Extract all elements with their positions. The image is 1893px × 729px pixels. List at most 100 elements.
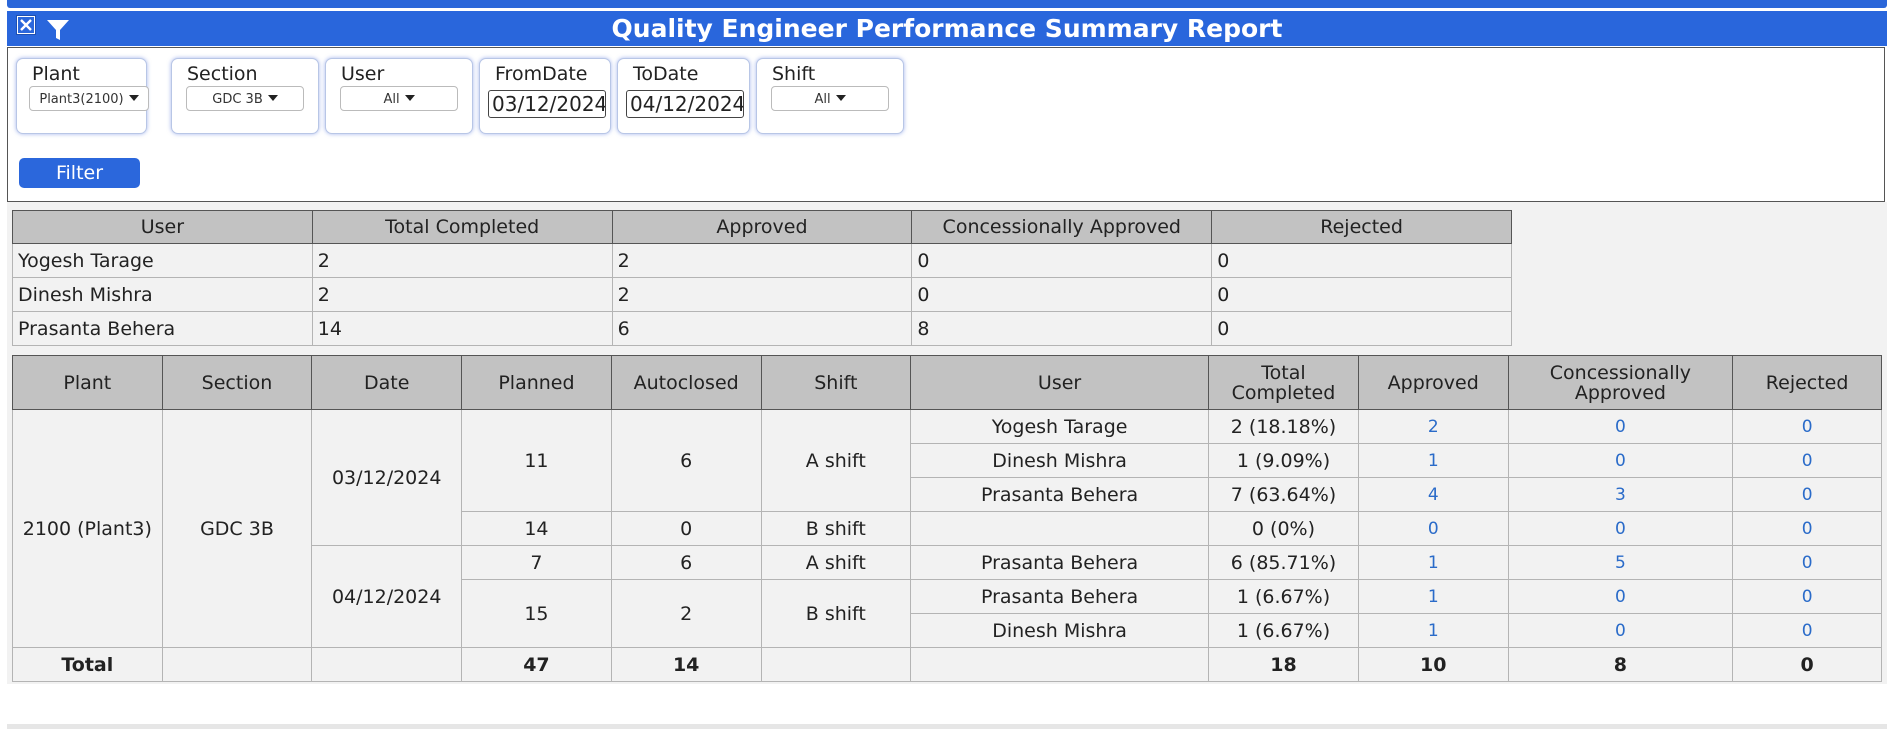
approved-link[interactable]: 2 (1357, 409, 1509, 444)
user-cell: Dinesh Mishra (12, 277, 313, 312)
column-header-total-completed: Total Completed (1208, 355, 1359, 410)
planned-cell: 11 (461, 409, 612, 512)
autoclosed-cell: 6 (610, 545, 762, 580)
concession-link[interactable]: 0 (1507, 409, 1734, 444)
approved-link[interactable]: 0 (1357, 511, 1509, 546)
autoclosed-cell: 2 (610, 579, 762, 648)
approved-link[interactable]: 1 (1357, 443, 1509, 478)
chevron-down-icon (404, 95, 415, 101)
user-filter: User All (325, 58, 473, 134)
column-header-concessionally-approved: Concessionally Approved (1507, 355, 1734, 410)
shift-select[interactable]: All (771, 86, 889, 111)
concession-cell: 8 (911, 311, 1213, 346)
approved-link[interactable]: 1 (1357, 579, 1509, 614)
section-filter: Section GDC 3B (171, 58, 319, 134)
section-label: Section (187, 63, 258, 85)
report-header: Quality Engineer Performance Summary Rep… (7, 11, 1887, 46)
from-date-input[interactable]: 03/12/2024 (488, 90, 606, 118)
rejected-cell: 0 (1211, 277, 1512, 312)
shift-cell: A shift (760, 545, 912, 580)
rejected-cell: 0 (1211, 243, 1512, 278)
rejected-link[interactable]: 0 (1732, 613, 1882, 648)
concession-cell: 0 (911, 277, 1213, 312)
total-completed-cell: 1 (9.09%) (1208, 443, 1359, 478)
table-row: 2100 (Plant3) GDC 3B 03/12/2024 11 6 A s… (12, 409, 1882, 648)
approved-link[interactable]: 1 (1357, 613, 1509, 648)
rejected-link[interactable]: 0 (1732, 579, 1882, 614)
excel-export-icon[interactable] (16, 15, 36, 35)
planned-cell: 7 (461, 545, 612, 580)
user-cell: Dinesh Mishra (910, 443, 1210, 478)
rejected-link[interactable]: 0 (1732, 511, 1882, 546)
total-completed-cell: 2 (311, 277, 613, 312)
approved-link[interactable]: 1 (1357, 545, 1509, 580)
filter-icon[interactable] (45, 17, 71, 43)
approved-cell: 2 (611, 243, 913, 278)
chevron-down-icon (835, 95, 846, 101)
rejected-link[interactable]: 0 (1732, 477, 1882, 512)
total-concession: 8 (1507, 647, 1734, 682)
summary-header-row: User Total Completed Approved Concession… (12, 210, 1512, 244)
concession-cell: 0 (911, 243, 1213, 278)
plant-cell: 2100 (Plant3) (12, 409, 163, 648)
total-row: Total 47 14 18 10 8 0 (12, 647, 1882, 682)
date-cell: 04/12/2024 (311, 545, 463, 648)
total-completed-cell: 6 (85.71%) (1208, 545, 1359, 580)
detail-report-table: Plant Section Date Planned Autoclosed Sh… (12, 355, 1882, 682)
rejected-link[interactable]: 0 (1732, 443, 1882, 478)
rejected-link[interactable]: 0 (1732, 409, 1882, 444)
user-cell: Prasanta Behera (910, 477, 1210, 512)
total-completed-cell: 2 (311, 243, 613, 278)
column-header-user: User (12, 210, 313, 244)
total-completed: 18 (1208, 647, 1359, 682)
approved-cell: 2 (611, 277, 913, 312)
concession-link[interactable]: 0 (1507, 613, 1734, 648)
concession-link[interactable]: 0 (1507, 579, 1734, 614)
concession-link[interactable]: 0 (1507, 443, 1734, 478)
user-cell: Prasanta Behera (12, 311, 313, 346)
table-row: Prasanta Behera 14 6 8 0 (12, 311, 1512, 346)
user-cell: Prasanta Behera (910, 545, 1210, 580)
column-header-date: Date (311, 355, 463, 410)
top-accent-bar (7, 0, 1887, 8)
column-header-concessionally-approved: Concessionally Approved (911, 210, 1213, 244)
column-header-user: User (910, 355, 1210, 410)
report-title: Quality Engineer Performance Summary Rep… (611, 14, 1283, 43)
filter-panel: Plant Plant3(2100) Section GDC 3B User A… (7, 47, 1885, 202)
column-header-plant: Plant (12, 355, 163, 410)
rejected-link[interactable]: 0 (1732, 545, 1882, 580)
section-select[interactable]: GDC 3B (186, 86, 304, 111)
user-select[interactable]: All (340, 86, 458, 111)
column-header-total-completed: Total Completed (311, 210, 613, 244)
column-header-rejected: Rejected (1732, 355, 1882, 410)
column-header-approved: Approved (611, 210, 913, 244)
concession-link[interactable]: 5 (1507, 545, 1734, 580)
chevron-down-icon (267, 95, 278, 101)
user-cell: Dinesh Mishra (910, 613, 1210, 648)
shift-cell: B shift (760, 511, 912, 546)
planned-cell: 15 (461, 579, 612, 648)
approved-link[interactable]: 4 (1357, 477, 1509, 512)
user-cell: Yogesh Tarage (910, 409, 1210, 444)
total-empty-cell (311, 647, 463, 682)
total-completed-cell: 2 (18.18%) (1208, 409, 1359, 444)
total-planned: 47 (461, 647, 612, 682)
column-header-approved: Approved (1357, 355, 1509, 410)
column-header-planned: Planned (461, 355, 612, 410)
total-completed-cell: 7 (63.64%) (1208, 477, 1359, 512)
filter-button[interactable]: Filter (19, 158, 140, 188)
to-date-input[interactable]: 04/12/2024 (626, 90, 744, 118)
date-cell: 03/12/2024 (311, 409, 463, 546)
total-empty-cell (910, 647, 1210, 682)
shift-cell: B shift (760, 579, 912, 648)
total-completed-cell: 1 (6.67%) (1208, 613, 1359, 648)
user-cell: Yogesh Tarage (12, 243, 313, 278)
total-autoclosed: 14 (610, 647, 762, 682)
column-header-rejected: Rejected (1211, 210, 1512, 244)
total-empty-cell (760, 647, 912, 682)
total-rejected: 0 (1732, 647, 1882, 682)
concession-link[interactable]: 0 (1507, 511, 1734, 546)
plant-select[interactable]: Plant3(2100) (29, 86, 149, 111)
total-empty-cell (161, 647, 313, 682)
concession-link[interactable]: 3 (1507, 477, 1734, 512)
